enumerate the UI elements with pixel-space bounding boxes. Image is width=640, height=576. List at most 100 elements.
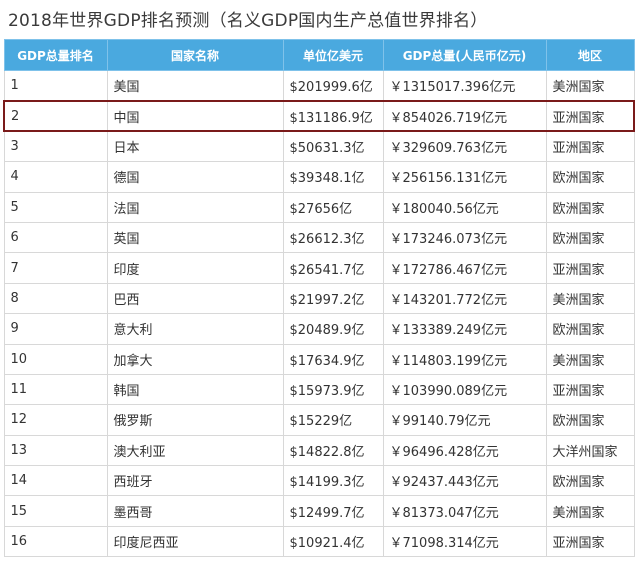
header-cny[interactable]: GDP总量(人民币亿元) [382, 39, 547, 71]
header-country[interactable]: 国家名称 [106, 39, 284, 71]
header-usd[interactable]: 单位亿美元 [282, 39, 384, 71]
cell-usd: $14822.8亿 [282, 434, 384, 467]
cell-cny: ￥96496.428亿元 [382, 434, 547, 467]
cell-country: 意大利 [106, 313, 284, 345]
table-row[interactable]: 12 俄罗斯 $15229亿 ￥99140.79亿元 欧洲国家 [3, 404, 635, 436]
cell-cny: ￥1315017.396亿元 [382, 69, 547, 102]
cell-usd: $15973.9亿 [282, 373, 384, 406]
cell-country: 西班牙 [106, 465, 284, 497]
table-row[interactable]: 14 西班牙 $14199.3亿 ￥92437.443亿元 欧洲国家 [3, 465, 635, 497]
cell-rank: 12 [3, 404, 108, 436]
cell-country: 英国 [106, 221, 284, 254]
table-row[interactable]: 1 美国 $201999.6亿 ￥1315017.396亿元 美洲国家 [3, 69, 635, 102]
table-row[interactable]: 9 意大利 $20489.9亿 ￥133389.249亿元 欧洲国家 [3, 313, 635, 345]
cell-region: 欧洲国家 [545, 191, 635, 223]
cell-rank: 8 [3, 282, 108, 315]
cell-region: 欧洲国家 [545, 465, 635, 497]
cell-rank: 9 [3, 313, 108, 345]
table-row[interactable]: 13 澳大利亚 $14822.8亿 ￥96496.428亿元 大洋州国家 [3, 434, 635, 467]
cell-rank: 16 [3, 525, 108, 558]
cell-region: 亚洲国家 [545, 252, 635, 284]
cell-rank: 15 [3, 495, 108, 527]
cell-usd: $26612.3亿 [282, 221, 384, 254]
cell-region: 欧洲国家 [545, 313, 635, 345]
cell-cny: ￥99140.79亿元 [382, 404, 547, 436]
cell-usd: $26541.7亿 [282, 252, 384, 284]
cell-cny: ￥180040.56亿元 [382, 191, 547, 223]
cell-region: 美洲国家 [545, 495, 635, 527]
table-row[interactable]: 3 日本 $50631.3亿 ￥329609.763亿元 亚洲国家 [3, 130, 635, 163]
cell-cny: ￥329609.763亿元 [382, 130, 547, 163]
cell-rank: 2 [3, 99, 108, 133]
table-row[interactable]: 15 墨西哥 $12499.7亿 ￥81373.047亿元 美洲国家 [3, 495, 635, 527]
cell-cny: ￥114803.199亿元 [382, 343, 547, 375]
cell-cny: ￥173246.073亿元 [382, 221, 547, 254]
cell-country: 美国 [106, 69, 284, 102]
cell-country: 韩国 [106, 373, 284, 406]
cell-usd: $20489.9亿 [282, 313, 384, 345]
cell-country: 中国 [106, 99, 284, 133]
cell-usd: $27656亿 [282, 191, 384, 223]
cell-region: 亚洲国家 [545, 130, 635, 163]
cell-usd: $131186.9亿 [282, 99, 384, 133]
cell-cny: ￥256156.131亿元 [382, 161, 547, 193]
table-body: 1 美国 $201999.6亿 ￥1315017.396亿元 美洲国家 2 中国 $13118… [3, 69, 635, 558]
cell-usd: $14199.3亿 [282, 465, 384, 497]
cell-country: 墨西哥 [106, 495, 284, 527]
cell-rank: 7 [3, 252, 108, 284]
table-row[interactable]: 7 印度 $26541.7亿 ￥172786.467亿元 亚洲国家 [3, 252, 635, 284]
cell-usd: $39348.1亿 [282, 161, 384, 193]
cell-country: 德国 [106, 161, 284, 193]
table-row-highlighted[interactable]: 2 中国 $131186.9亿 ￥854026.719亿元 亚洲国家 [3, 99, 635, 133]
header-region[interactable]: 地区 [545, 39, 635, 71]
cell-region: 美洲国家 [545, 282, 635, 315]
cell-usd: $17634.9亿 [282, 343, 384, 375]
cell-usd: $10921.4亿 [282, 525, 384, 558]
cell-cny: ￥172786.467亿元 [382, 252, 547, 284]
table-row[interactable]: 5 法国 $27656亿 ￥180040.56亿元 欧洲国家 [3, 191, 635, 223]
cell-cny: ￥71098.314亿元 [382, 525, 547, 558]
page-title: 2018年世界GDP排名预测（名义GDP国内生产总值世界排名） [8, 11, 488, 31]
cell-region: 美洲国家 [545, 343, 635, 375]
header-rank[interactable]: GDP总量排名 [3, 39, 108, 71]
cell-rank: 5 [3, 191, 108, 223]
cell-region: 亚洲国家 [545, 525, 635, 558]
cell-cny: ￥92437.443亿元 [382, 465, 547, 497]
cell-country: 加拿大 [106, 343, 284, 375]
cell-region: 大洋州国家 [545, 434, 635, 467]
table-row[interactable]: 11 韩国 $15973.9亿 ￥103990.089亿元 亚洲国家 [3, 373, 635, 406]
cell-country: 巴西 [106, 282, 284, 315]
cell-cny: ￥81373.047亿元 [382, 495, 547, 527]
cell-region: 美洲国家 [545, 69, 635, 102]
cell-rank: 13 [3, 434, 108, 467]
cell-rank: 1 [3, 69, 108, 102]
cell-usd: $12499.7亿 [282, 495, 384, 527]
table-row[interactable]: 10 加拿大 $17634.9亿 ￥114803.199亿元 美洲国家 [3, 343, 635, 375]
cell-usd: $15229亿 [282, 404, 384, 436]
cell-rank: 3 [3, 130, 108, 163]
cell-cny: ￥133389.249亿元 [382, 313, 547, 345]
cell-country: 印度尼西亚 [106, 525, 284, 558]
table-row[interactable]: 6 英国 $26612.3亿 ￥173246.073亿元 欧洲国家 [3, 221, 635, 254]
cell-country: 法国 [106, 191, 284, 223]
cell-rank: 10 [3, 343, 108, 375]
cell-cny: ￥854026.719亿元 [382, 99, 547, 133]
table-row[interactable]: 4 德国 $39348.1亿 ￥256156.131亿元 欧洲国家 [3, 161, 635, 193]
cell-rank: 4 [3, 161, 108, 193]
cell-rank: 6 [3, 221, 108, 254]
table-row[interactable]: 8 巴西 $21997.2亿 ￥143201.772亿元 美洲国家 [3, 282, 635, 315]
cell-region: 欧洲国家 [545, 404, 635, 436]
cell-country: 印度 [106, 252, 284, 284]
cell-region: 欧洲国家 [545, 161, 635, 193]
cell-usd: $50631.3亿 [282, 130, 384, 163]
cell-usd: $21997.2亿 [282, 282, 384, 315]
cell-rank: 11 [3, 373, 108, 406]
cell-region: 亚洲国家 [545, 373, 635, 406]
cell-country: 俄罗斯 [106, 404, 284, 436]
cell-country: 澳大利亚 [106, 434, 284, 467]
cell-cny: ￥103990.089亿元 [382, 373, 547, 406]
table-row[interactable]: 16 印度尼西亚 $10921.4亿 ￥71098.314亿元 亚洲国家 [3, 525, 635, 558]
cell-cny: ￥143201.772亿元 [382, 282, 547, 315]
table-header-row: GDP总量排名 国家名称 单位亿美元 GDP总量(人民币亿元) 地区 [3, 39, 635, 71]
cell-country: 日本 [106, 130, 284, 163]
